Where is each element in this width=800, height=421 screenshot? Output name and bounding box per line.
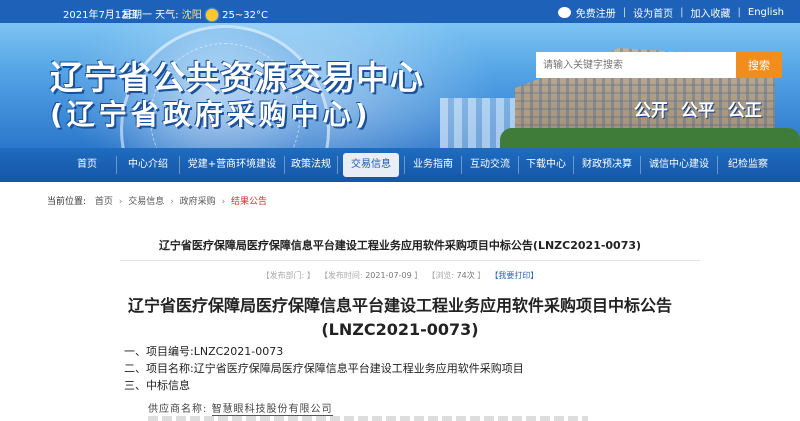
nav-item-budget[interactable]: 财政预决算 bbox=[574, 148, 640, 182]
nav-item-interaction[interactable]: 互动交流 bbox=[462, 148, 518, 182]
view-count: 74次 bbox=[456, 271, 475, 280]
article-meta: 【发布部门: 】 【发布时间: 2021-07-09 】 【浏览: 74次 】 … bbox=[261, 271, 539, 280]
slogan: 公开 公平 公正 bbox=[634, 101, 762, 121]
search-input[interactable] bbox=[536, 52, 736, 78]
nav-item-policy[interactable]: 政策法规 bbox=[285, 148, 337, 182]
publish-time: 2021-07-09 bbox=[365, 271, 412, 280]
print-link[interactable]: 【我要打印】 bbox=[490, 271, 538, 280]
article-title: 辽宁省医疗保障局医疗保障信息平台建设工程业务应用软件采购项目中标公告 (LNZC… bbox=[127, 296, 672, 339]
sun-icon bbox=[205, 9, 218, 21]
add-favorite-link[interactable]: 加入收藏 bbox=[691, 5, 731, 20]
breadcrumb: 当前位置: 首页 › 交易信息 › 政府采购 › 结果公告 bbox=[47, 197, 268, 207]
nav-item-transaction-info[interactable]: 交易信息 bbox=[338, 148, 404, 182]
weather-label: 星期一 天气: bbox=[122, 10, 179, 21]
site-banner: 辽宁省公共资源交易中心 (辽宁省政府采购中心) 公开 公平 公正 bbox=[0, 23, 800, 148]
set-homepage-link[interactable]: 设为首页 bbox=[633, 5, 673, 20]
breadcrumb-result-notice[interactable]: 结果公告 bbox=[231, 197, 267, 207]
site-subtitle: (辽宁省政府采购中心) bbox=[50, 98, 372, 131]
nav-item-party-building[interactable]: 党建+营商环境建设 bbox=[180, 148, 284, 182]
top-links: 免费注册 | 设为首页 | 加入收藏 | English bbox=[557, 5, 784, 20]
supplier-name: 智慧眼科技股份有限公司 bbox=[211, 404, 333, 416]
nav-item-home[interactable]: 首页 bbox=[58, 148, 116, 182]
weather-info: 星期一 天气: 沈阳 25~32°C bbox=[122, 6, 268, 21]
nav-item-discipline[interactable]: 纪检监察 bbox=[718, 148, 778, 182]
breadcrumb-home[interactable]: 首页 bbox=[95, 197, 113, 207]
nav-item-guide[interactable]: 业务指南 bbox=[405, 148, 461, 182]
nav-item-about[interactable]: 中心介绍 bbox=[117, 148, 179, 182]
breadcrumb-transaction[interactable]: 交易信息 bbox=[128, 197, 164, 207]
wechat-icon[interactable] bbox=[557, 7, 571, 18]
weather-temp: 25~32°C bbox=[222, 10, 268, 21]
english-link[interactable]: English bbox=[748, 7, 784, 18]
project-number: 一、项目编号:LNZC2021-0073 bbox=[124, 345, 284, 358]
top-bar: 2021年7月12日 星期一 天气: 沈阳 25~32°C 免费注册 | 设为首… bbox=[0, 0, 800, 23]
nav-item-credit[interactable]: 诚信中心建设 bbox=[641, 148, 717, 182]
search-button[interactable]: 搜索 bbox=[736, 52, 782, 78]
project-name: 二、项目名称:辽宁省医疗保障局医疗保障信息平台建设工程业务应用软件采购项目 bbox=[124, 362, 524, 375]
weather-city: 沈阳 bbox=[181, 10, 202, 21]
breadcrumb-gov-procurement[interactable]: 政府采购 bbox=[180, 197, 216, 207]
supplier-info: 供应商名称: 智慧眼科技股份有限公司 bbox=[148, 404, 333, 416]
main-nav: 首页 中心介绍 党建+营商环境建设 政策法规 交易信息 业务指南 互动交流 下载… bbox=[0, 148, 800, 182]
register-link[interactable]: 免费注册 bbox=[576, 5, 616, 20]
nav-item-downloads[interactable]: 下载中心 bbox=[519, 148, 573, 182]
award-info-heading: 三、中标信息 bbox=[124, 379, 190, 392]
article-head-title: 辽宁省医疗保障局医疗保障信息平台建设工程业务应用软件采购项目中标公告(LNZC2… bbox=[158, 239, 642, 252]
site-title: 辽宁省公共资源交易中心 bbox=[50, 58, 424, 97]
breadcrumb-label: 当前位置: bbox=[47, 197, 87, 207]
search-box: 搜索 bbox=[536, 52, 782, 78]
divider bbox=[120, 260, 700, 261]
article-body: 一、项目编号:LNZC2021-0073 二、项目名称:辽宁省医疗保障局医疗保障… bbox=[124, 343, 524, 394]
